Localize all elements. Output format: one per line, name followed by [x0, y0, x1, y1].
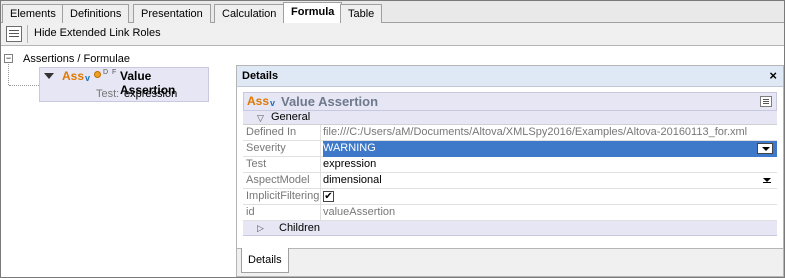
- tab-definitions[interactable]: Definitions: [62, 4, 130, 23]
- tab-details[interactable]: Details: [241, 248, 289, 273]
- property-grid: ▽ General Defined In file:///C:/Users/aM…: [243, 111, 777, 236]
- node-header: Ass v D F Value Assertion: [40, 68, 208, 97]
- section-label: General: [271, 111, 311, 123]
- property-grid-header: Ass v Value Assertion: [243, 92, 777, 111]
- implicit-filtering-field: ✔: [323, 189, 777, 205]
- property-row-defined-in: Defined In file:///C:/Users/aM/Documents…: [243, 125, 777, 141]
- test-field[interactable]: expression: [323, 157, 777, 173]
- property-name: Test: [243, 157, 321, 173]
- collapse-icon[interactable]: −: [4, 54, 13, 63]
- chevron-down-icon[interactable]: [757, 143, 773, 154]
- property-grid-title: Value Assertion: [281, 94, 379, 109]
- property-row-id: id valueAssertion: [243, 205, 777, 221]
- chevron-down-icon[interactable]: [763, 178, 771, 183]
- property-value: valueAssertion: [323, 206, 396, 218]
- assertion-type-icon: Ass: [247, 94, 270, 108]
- node-test-value[interactable]: expression: [124, 88, 177, 100]
- property-name: AspectModel: [243, 173, 321, 189]
- details-header: Details ×: [237, 66, 783, 87]
- property-value: file:///C:/Users/aM/Documents/Altova/XML…: [323, 126, 748, 138]
- grid-menu-icon[interactable]: [760, 96, 772, 107]
- tree-connector: [9, 85, 39, 86]
- implicit-filtering-checkbox[interactable]: ✔: [323, 191, 334, 202]
- property-name: Defined In: [243, 125, 321, 141]
- node-flags: D F: [103, 69, 118, 76]
- toolbar: Hide Extended Link Roles: [1, 23, 784, 46]
- tab-table[interactable]: Table: [340, 4, 383, 23]
- assertion-subtype-icon: v: [270, 98, 276, 108]
- collapse-triangle-icon[interactable]: ▽: [257, 113, 264, 124]
- details-tab-bar: Details: [237, 248, 783, 276]
- property-name: id: [243, 205, 321, 221]
- expand-triangle-icon[interactable]: [44, 73, 54, 79]
- tree-root-label[interactable]: Assertions / Formulae: [23, 53, 130, 65]
- node-test-label: Test:: [96, 88, 120, 100]
- close-icon[interactable]: ×: [769, 68, 777, 83]
- property-row-implicit-filtering[interactable]: ImplicitFiltering ✔: [243, 189, 777, 205]
- tree-connector: [8, 64, 9, 85]
- property-name: ImplicitFiltering: [243, 189, 321, 205]
- details-panel: Details × Ass v Value Assertion ▽ Genera…: [236, 65, 784, 277]
- section-children[interactable]: ▷ Children: [243, 221, 777, 236]
- aspect-model-value: dimensional: [323, 174, 382, 186]
- hide-extended-link-roles-button[interactable]: Hide Extended Link Roles: [34, 27, 161, 39]
- expand-triangle-icon[interactable]: ▷: [257, 223, 264, 234]
- details-title: Details: [242, 70, 279, 82]
- aspect-model-select[interactable]: dimensional: [323, 173, 777, 189]
- tab-formula[interactable]: Formula: [283, 2, 343, 24]
- section-general[interactable]: ▽ General: [243, 111, 777, 125]
- severity-select[interactable]: WARNING: [323, 141, 777, 157]
- tab-presentation[interactable]: Presentation: [133, 4, 211, 23]
- toolbar-separator: [27, 25, 28, 43]
- list-toggle-icon[interactable]: [6, 26, 22, 42]
- tab-strip: Elements Definitions Presentation Calcul…: [1, 1, 784, 24]
- status-dot-icon: [94, 71, 101, 78]
- tab-calculation[interactable]: Calculation: [214, 4, 285, 23]
- property-row-test[interactable]: Test expression: [243, 157, 777, 173]
- formula-window: Elements Definitions Presentation Calcul…: [0, 0, 785, 278]
- assertion-subtype-icon: v: [85, 73, 91, 83]
- property-row-aspect-model[interactable]: AspectModel dimensional: [243, 173, 777, 189]
- severity-value: WARNING: [323, 142, 376, 154]
- section-label: Children: [279, 222, 320, 234]
- property-name: Severity: [243, 141, 321, 157]
- assertion-type-icon: Ass: [62, 69, 85, 83]
- property-row-severity[interactable]: Severity WARNING: [243, 141, 777, 157]
- value-assertion-node[interactable]: Ass v D F Value Assertion Test: expressi…: [39, 67, 209, 102]
- tab-elements[interactable]: Elements: [2, 4, 64, 23]
